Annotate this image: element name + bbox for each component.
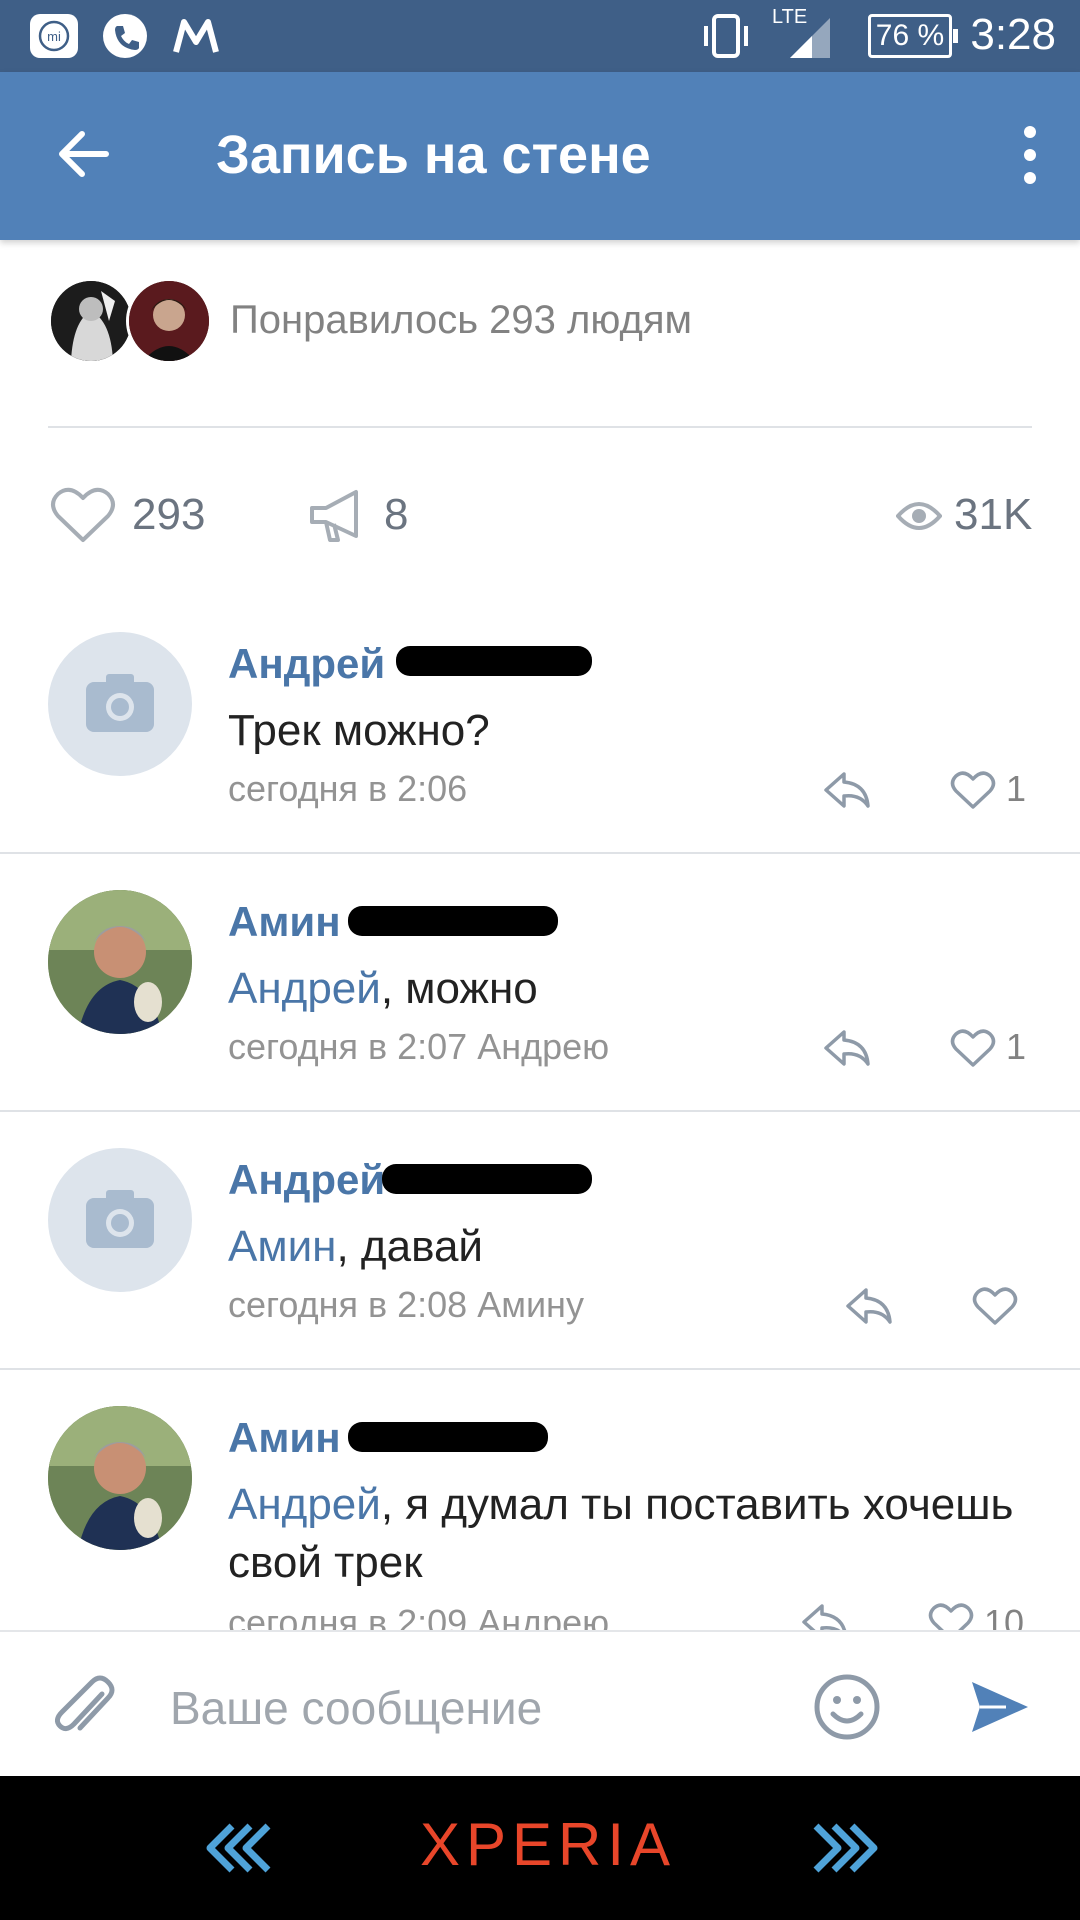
views-count: 31K — [954, 490, 1033, 539]
comment-item[interactable]: Андрей Амин, давай сегодня в 2:08 Амину — [0, 1146, 1080, 1366]
mi-icon: mi — [28, 12, 80, 65]
nav-back-chevrons-icon[interactable] — [202, 1818, 274, 1878]
more-vertical-icon[interactable] — [1010, 122, 1050, 188]
smile-icon[interactable] — [812, 1672, 882, 1742]
svg-text:mi: mi — [47, 29, 61, 44]
heart-icon[interactable] — [972, 1286, 1018, 1326]
comment-item[interactable]: Андрей Трек можно? сегодня в 2:06 1 — [0, 630, 1080, 850]
vibrate-icon — [698, 12, 754, 65]
divider — [48, 426, 1032, 428]
eye-icon — [896, 502, 942, 530]
comment-time: сегодня в 2:08 Амину — [228, 1284, 584, 1325]
mention-link[interactable]: Андрей — [228, 1480, 381, 1529]
reply-icon[interactable] — [844, 1286, 894, 1326]
camera-icon — [86, 1190, 154, 1248]
comment-time: сегодня в 2:07 Андрею — [228, 1026, 610, 1067]
message-composer — [0, 1630, 1080, 1776]
phone-icon — [100, 12, 150, 65]
like-stat[interactable]: 293 — [50, 486, 220, 546]
avatar[interactable] — [48, 1406, 192, 1550]
comment-item[interactable]: Амин Андрей, можно сегодня в 2:07 Андрею… — [0, 888, 1080, 1108]
liker-avatar — [126, 278, 212, 364]
megaphone-icon — [310, 490, 358, 542]
comment-like-count: 1 — [1006, 1026, 1027, 1067]
heart-icon[interactable] — [928, 1602, 974, 1630]
camera-icon — [86, 674, 154, 732]
liker-avatar — [48, 278, 134, 364]
heart-icon[interactable] — [950, 1028, 996, 1068]
liked-by-text[interactable]: Понравилось 293 людям — [230, 298, 692, 343]
status-bar: mi LTE 76 % 3:28 — [0, 0, 1080, 72]
mention-link[interactable]: Амин — [228, 1222, 336, 1271]
navigation-bar: XPERIA — [0, 1776, 1080, 1920]
redaction-mark — [382, 1164, 592, 1194]
page-title: Запись на стене — [216, 125, 651, 185]
reply-icon[interactable] — [822, 770, 872, 810]
divider — [0, 852, 1080, 854]
comment-text: Трек можно? — [228, 706, 490, 755]
avatar[interactable] — [48, 1148, 192, 1292]
redaction-mark — [348, 906, 558, 936]
divider — [0, 1368, 1080, 1370]
back-arrow-icon[interactable] — [50, 124, 120, 184]
like-count: 293 — [132, 490, 206, 539]
comment-item[interactable]: Амин Андрей, я думал ты поставить хочешь… — [0, 1404, 1080, 1630]
cell-signal-icon — [786, 14, 832, 65]
status-time: 3:28 — [970, 10, 1056, 59]
likers-avatars[interactable] — [48, 278, 212, 364]
reply-icon[interactable] — [800, 1602, 850, 1630]
comment-author[interactable]: Амин — [228, 898, 341, 946]
brand-logo: XPERIA — [420, 1811, 677, 1878]
nav-forward-chevrons-icon[interactable] — [810, 1818, 882, 1878]
comment-author[interactable]: Андрей — [228, 640, 385, 688]
comment-like-count: 1 — [1006, 768, 1027, 809]
heart-icon — [51, 487, 115, 542]
battery-indicator: 76 % — [868, 14, 958, 58]
comment-author[interactable]: Амин — [228, 1414, 341, 1462]
comment-text: Амин, давай — [228, 1222, 484, 1271]
app-bar: Запись на стене — [0, 72, 1080, 240]
views-stat: 31K — [896, 486, 1046, 546]
share-stat[interactable]: 8 — [306, 486, 426, 546]
comment-time: сегодня в 2:06 — [228, 768, 468, 809]
signal-m-icon — [170, 12, 222, 65]
paperclip-icon[interactable] — [52, 1672, 118, 1744]
share-count: 8 — [384, 490, 409, 539]
reply-icon[interactable] — [822, 1028, 872, 1068]
comment-text: Андрей, я думал ты поставить хочешь свой… — [228, 1480, 1014, 1587]
heart-icon[interactable] — [950, 770, 996, 810]
mention-link[interactable]: Андрей — [228, 964, 381, 1013]
comment-like-count: 10 — [984, 1602, 1025, 1630]
avatar[interactable] — [48, 632, 192, 776]
comment-time: сегодня в 2:09 Андрею — [228, 1602, 610, 1630]
message-input[interactable] — [170, 1668, 770, 1748]
comment-author[interactable]: Андрей — [228, 1156, 385, 1204]
send-icon[interactable] — [966, 1674, 1032, 1740]
redaction-mark — [348, 1422, 548, 1452]
comment-text: Андрей, можно — [228, 964, 538, 1013]
redaction-mark — [396, 646, 592, 676]
divider — [0, 1110, 1080, 1112]
avatar[interactable] — [48, 890, 192, 1034]
